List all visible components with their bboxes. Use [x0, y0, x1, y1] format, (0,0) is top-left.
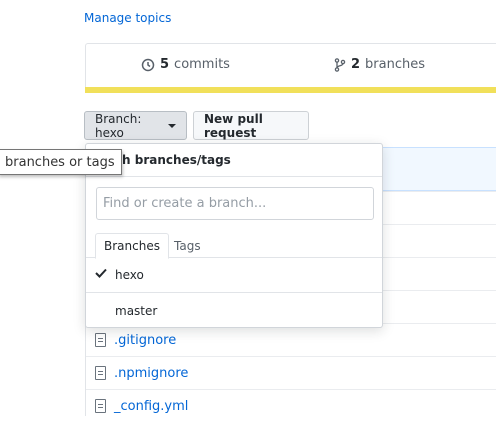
tab-tags[interactable]: Tags: [166, 233, 209, 259]
file-icon: [95, 333, 106, 347]
language-bar[interactable]: [85, 87, 496, 93]
commits-count: 5: [160, 57, 170, 72]
branch-select-button[interactable]: Branch: hexo: [84, 111, 187, 140]
dropdown-tabs: Branches Tags: [86, 233, 382, 259]
git-branch-icon: [334, 57, 346, 72]
branches-count: 2: [351, 57, 361, 72]
commits-label: commits: [174, 57, 230, 72]
check-icon: [95, 268, 107, 278]
caret-down-icon: [168, 123, 176, 128]
commits-link[interactable]: 5 commits: [141, 57, 230, 72]
branch-switcher-dropdown: witch branches/tags Find or create a bra…: [85, 143, 383, 328]
branch-item-master[interactable]: master: [86, 293, 382, 329]
dropdown-title: witch branches/tags: [86, 144, 382, 177]
file-link[interactable]: .npmignore: [114, 366, 188, 381]
branch-item-label: hexo: [115, 267, 144, 282]
tab-branches[interactable]: Branches: [95, 233, 169, 259]
branch-filter-input[interactable]: Find or create a branch...: [96, 187, 374, 220]
file-link[interactable]: _config.yml: [114, 399, 188, 414]
file-row: .npmignore: [86, 356, 496, 389]
file-icon: [95, 366, 106, 380]
branch-item-hexo[interactable]: hexo: [86, 257, 382, 293]
tooltip: branches or tags: [0, 149, 122, 175]
file-icon: [95, 399, 106, 413]
branch-select-label: Branch: hexo: [95, 111, 142, 140]
file-link[interactable]: .gitignore: [114, 333, 176, 348]
branch-item-label: master: [115, 304, 158, 318]
history-icon: [141, 58, 155, 71]
new-pull-request-button[interactable]: New pull request: [193, 111, 309, 140]
branches-link[interactable]: 2 branches: [334, 57, 425, 72]
manage-topics-link[interactable]: Manage topics: [84, 11, 171, 25]
branches-label: branches: [365, 57, 426, 72]
file-row: _config.yml: [86, 389, 496, 422]
